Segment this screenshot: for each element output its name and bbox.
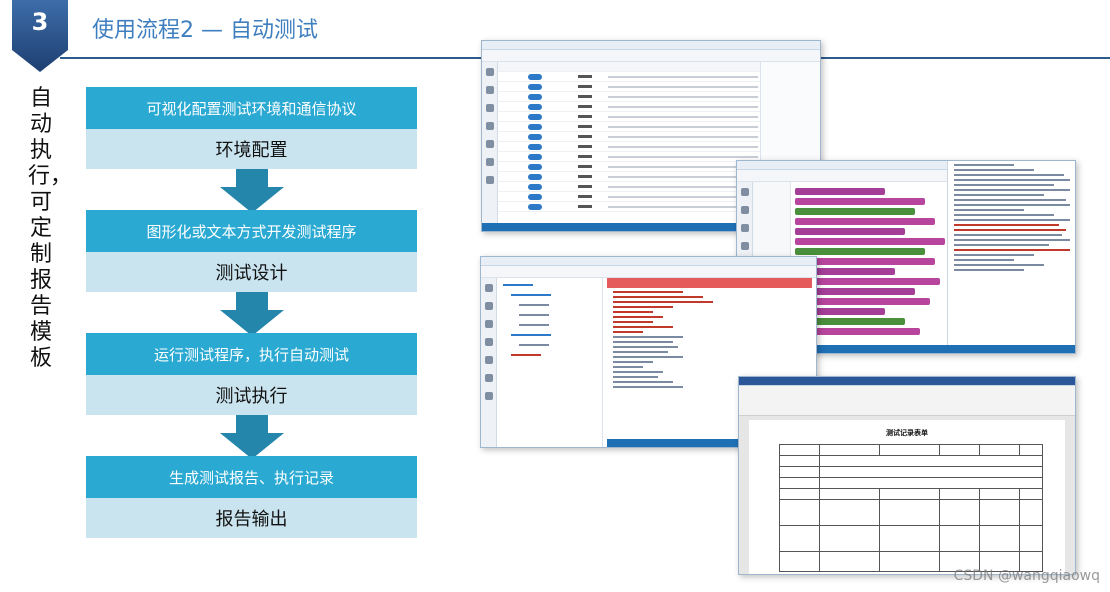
- window-toolbar: [482, 50, 820, 62]
- record-table: [779, 444, 1043, 572]
- config-table: [498, 62, 760, 212]
- flow-step-1: 可视化配置测试环境和通信协议 环境配置: [86, 87, 417, 169]
- down-arrow-icon: [220, 415, 284, 459]
- window-titlebar: [481, 257, 816, 266]
- test-tree: [497, 278, 603, 447]
- flow-step-action: 图形化或文本方式开发测试程序: [86, 210, 417, 252]
- document-page: 测试记录表单: [749, 420, 1065, 574]
- flow-step-2: 图形化或文本方式开发测试程序 测试设计: [86, 210, 417, 292]
- flow-step-action: 运行测试程序，执行自动测试: [86, 333, 417, 375]
- watermark: CSDN @wangqiaowq: [953, 568, 1100, 584]
- flow-step-action: 可视化配置测试环境和通信协议: [86, 87, 417, 129]
- flow-step-stage: 测试设计: [86, 252, 417, 292]
- step-number: 3: [31, 8, 49, 36]
- flow-step-stage: 测试执行: [86, 375, 417, 415]
- down-arrow-icon: [220, 169, 284, 213]
- ribbon-toolbar: [739, 386, 1075, 416]
- side-caption: 自动执行，可定制报告模板: [28, 86, 73, 371]
- document-area: 测试记录表单: [739, 416, 1075, 574]
- flow-step-3: 运行测试程序，执行自动测试 测试执行: [86, 333, 417, 415]
- page-title: 使用流程2 — 自动测试: [92, 18, 318, 43]
- report-screenshot: 测试记录表单: [738, 376, 1076, 575]
- document-title: 测试记录表单: [886, 429, 928, 437]
- flow-step-action: 生成测试报告、执行记录: [86, 456, 417, 498]
- down-arrow-icon: [220, 292, 284, 336]
- window-titlebar: [482, 41, 820, 50]
- flow-step-stage: 报告输出: [86, 498, 417, 538]
- window-toolbar: [481, 266, 816, 278]
- flow-step-stage: 环境配置: [86, 129, 417, 169]
- window-titlebar: [739, 377, 1075, 386]
- flow-step-4: 生成测试报告、执行记录 报告输出: [86, 456, 417, 538]
- sidebar-icons: [482, 62, 498, 231]
- sidebar-icons: [481, 278, 497, 447]
- code-view: [947, 161, 1075, 345]
- step-number-badge: 3: [12, 0, 68, 72]
